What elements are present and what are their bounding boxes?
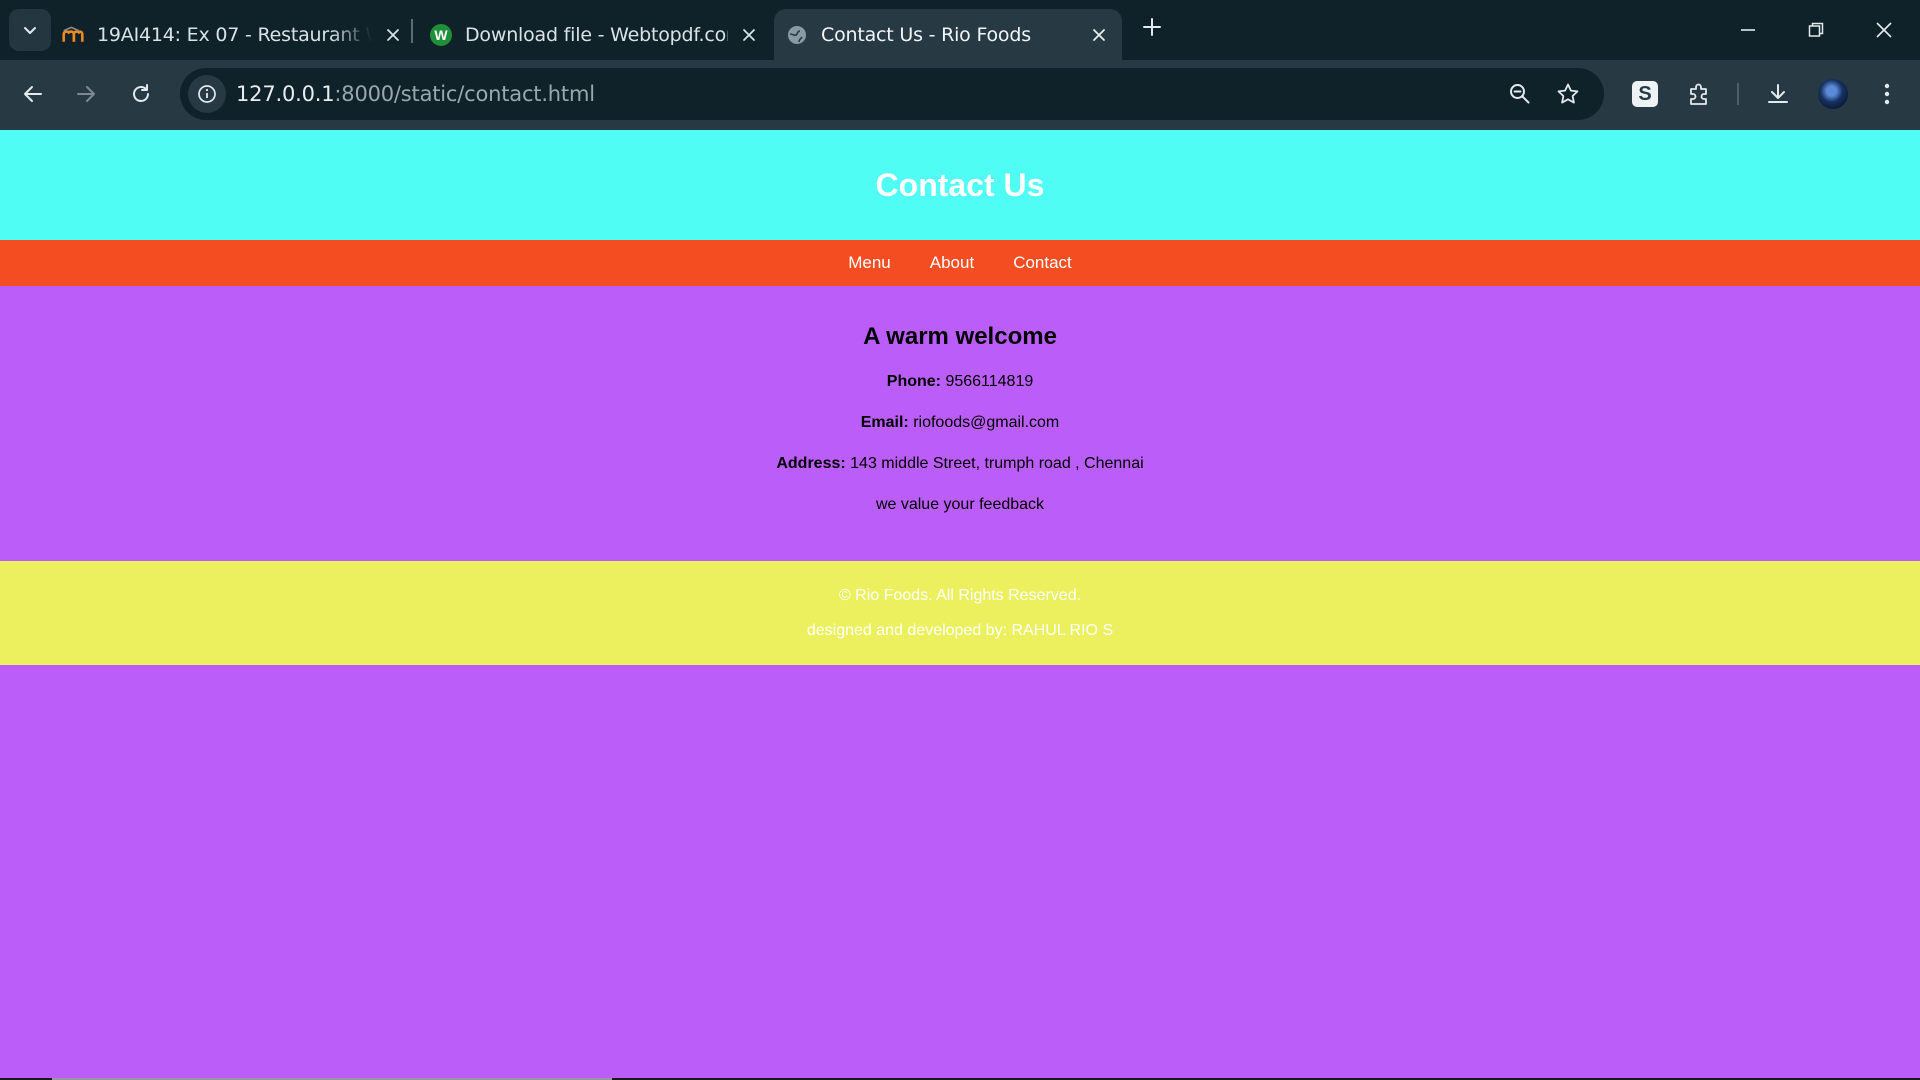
phone-line: Phone: 9566114819 <box>0 373 1920 391</box>
feedback-text: we value your feedback <box>875 496 1045 513</box>
address-bar[interactable]: 127.0.0.1:8000/static/contact.html <box>180 68 1604 120</box>
reload-icon <box>133 84 149 102</box>
copyright-text: © Rio Foods. All Rights Reserved. <box>838 587 1082 604</box>
restore-icon <box>1808 22 1824 37</box>
download-icon <box>1768 84 1788 103</box>
close-tab-icon[interactable] <box>382 24 404 46</box>
downloads-button[interactable] <box>1758 74 1798 114</box>
page-title: Contact Us <box>875 166 1045 203</box>
email-label: Email: <box>860 414 909 431</box>
back-button[interactable] <box>11 72 55 116</box>
email-line: Email: riofoods@gmail.com <box>0 414 1920 432</box>
zoom-button[interactable] <box>1502 76 1538 112</box>
zoom-out-icon <box>1510 84 1530 104</box>
new-tab-button[interactable] <box>1137 12 1167 42</box>
nav-link-about[interactable]: About <box>930 253 974 273</box>
nav-link-contact[interactable]: Contact <box>1013 253 1072 273</box>
restore-button[interactable] <box>1782 0 1850 60</box>
puzzle-icon <box>1690 83 1707 105</box>
extensions-button[interactable] <box>1679 74 1719 114</box>
phone-label: Phone: <box>886 373 941 390</box>
credit-text: designed and developed by: RAHUL RIO S <box>806 622 1114 639</box>
moodle-icon <box>62 24 84 46</box>
site-header: Contact Us <box>0 130 1920 240</box>
page-viewport: Contact Us Menu About Contact A warm wel… <box>0 130 1920 1080</box>
phone-value: 9566114819 <box>945 373 1034 390</box>
reload-button[interactable] <box>119 72 163 116</box>
minimize-button[interactable] <box>1714 0 1782 60</box>
site-nav: Menu About Contact <box>0 240 1920 286</box>
address-label: Address: <box>776 455 846 472</box>
minimize-icon <box>1741 29 1755 31</box>
url-text[interactable]: 127.0.0.1:8000/static/contact.html <box>236 82 595 106</box>
tab-title: 19AI414: Ex 07 - Restaurant Website <box>97 23 372 46</box>
svg-text:W: W <box>434 27 448 43</box>
toolbar-separator <box>1737 83 1739 105</box>
globe-icon <box>786 24 808 46</box>
contact-section: A warm welcome Phone: 9566114819 Email: … <box>0 286 1920 561</box>
nav-link-menu[interactable]: Menu <box>848 253 891 273</box>
tab-moodle[interactable]: 19AI414: Ex 07 - Restaurant Website <box>62 9 404 60</box>
menu-button[interactable] <box>1867 74 1907 114</box>
tab-contact-active[interactable]: Contact Us - Rio Foods <box>774 9 1122 60</box>
star-icon <box>1557 83 1579 104</box>
tab-webtopdf[interactable]: W Download file - Webtopdf.com <box>430 9 760 60</box>
tab-search-button[interactable] <box>9 9 51 51</box>
tab-title: Contact Us - Rio Foods <box>821 23 1031 46</box>
browser-toolbar: 127.0.0.1:8000/static/contact.html S <box>0 60 1920 130</box>
email-value: riofoods@gmail.com <box>913 414 1060 431</box>
tab-title: Download file - Webtopdf.com <box>465 23 728 46</box>
tab-separator <box>411 19 413 43</box>
kebab-menu-icon <box>1884 83 1890 105</box>
chevron-down-icon <box>24 27 36 34</box>
welcome-heading: A warm welcome <box>863 323 1057 350</box>
forward-arrow-icon <box>77 86 95 102</box>
extension-s-button[interactable]: S <box>1625 74 1665 114</box>
profile-button[interactable] <box>1813 74 1853 114</box>
info-icon <box>198 85 216 103</box>
url-host: 127.0.0.1 <box>236 82 335 106</box>
avatar <box>1818 79 1848 109</box>
bookmark-button[interactable] <box>1550 76 1586 112</box>
close-tab-icon[interactable] <box>738 24 760 46</box>
address-value: 143 middle Street, trumph road , Chennai <box>850 455 1144 472</box>
s-extension-icon: S <box>1632 81 1658 107</box>
back-arrow-icon <box>24 86 42 102</box>
address-line: Address: 143 middle Street, trumph road … <box>0 455 1920 473</box>
forward-button[interactable] <box>64 72 108 116</box>
site-info-button[interactable] <box>188 75 226 113</box>
close-window-button[interactable] <box>1850 0 1918 60</box>
close-icon <box>1876 22 1892 38</box>
close-tab-icon[interactable] <box>1088 24 1110 46</box>
webtopdf-icon: W <box>430 23 452 46</box>
site-footer: © Rio Foods. All Rights Reserved. design… <box>0 561 1920 665</box>
url-path: :8000/static/contact.html <box>334 82 595 106</box>
tab-strip: 19AI414: Ex 07 - Restaurant Website W Do… <box>0 0 1920 60</box>
plus-icon <box>1143 18 1161 36</box>
